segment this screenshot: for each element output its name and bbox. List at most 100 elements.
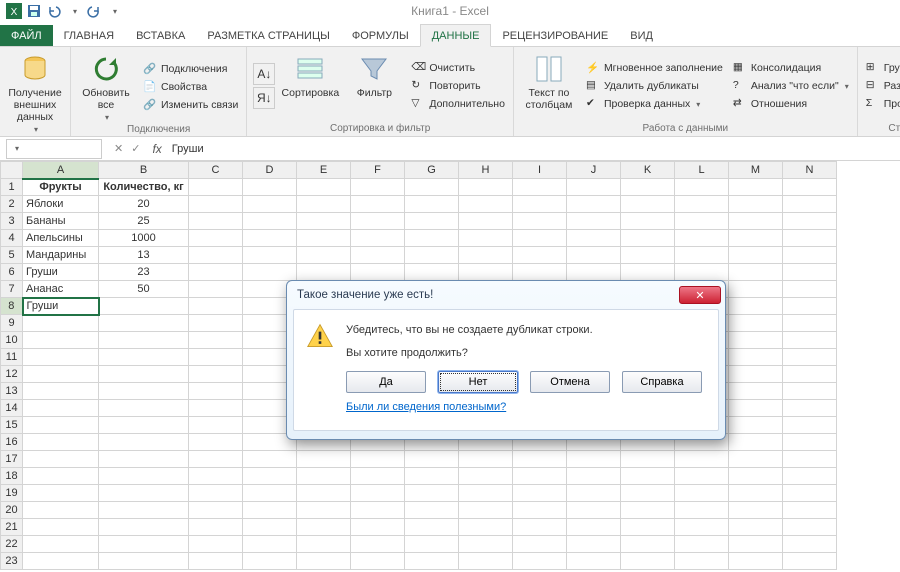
- cell-B23[interactable]: [99, 553, 189, 570]
- column-header-C[interactable]: C: [189, 162, 243, 179]
- cell-J6[interactable]: [567, 264, 621, 281]
- cell-G20[interactable]: [405, 502, 459, 519]
- cell-J20[interactable]: [567, 502, 621, 519]
- row-header-19[interactable]: 19: [1, 485, 23, 502]
- cell-G3[interactable]: [405, 213, 459, 230]
- get-external-data-button[interactable]: Получение внешних данных: [6, 51, 64, 134]
- cell-D1[interactable]: [243, 179, 297, 196]
- cell-B20[interactable]: [99, 502, 189, 519]
- cell-F23[interactable]: [351, 553, 405, 570]
- row-header-6[interactable]: 6: [1, 264, 23, 281]
- tab-data[interactable]: ДАННЫЕ: [420, 24, 492, 47]
- cell-A12[interactable]: [23, 366, 99, 383]
- cell-M14[interactable]: [729, 400, 783, 417]
- column-header-M[interactable]: M: [729, 162, 783, 179]
- cell-M17[interactable]: [729, 451, 783, 468]
- cell-F21[interactable]: [351, 519, 405, 536]
- properties-button[interactable]: 📄Свойства: [141, 79, 240, 95]
- cell-N17[interactable]: [783, 451, 837, 468]
- cell-J18[interactable]: [567, 468, 621, 485]
- row-header-23[interactable]: 23: [1, 553, 23, 570]
- cell-I22[interactable]: [513, 536, 567, 553]
- cell-N8[interactable]: [783, 298, 837, 315]
- cell-N2[interactable]: [783, 196, 837, 213]
- cell-C10[interactable]: [189, 332, 243, 349]
- cell-C18[interactable]: [189, 468, 243, 485]
- cell-N12[interactable]: [783, 366, 837, 383]
- cell-A13[interactable]: [23, 383, 99, 400]
- column-header-F[interactable]: F: [351, 162, 405, 179]
- cell-M5[interactable]: [729, 247, 783, 264]
- cell-B18[interactable]: [99, 468, 189, 485]
- cell-C12[interactable]: [189, 366, 243, 383]
- cell-B11[interactable]: [99, 349, 189, 366]
- cell-M1[interactable]: [729, 179, 783, 196]
- cell-F19[interactable]: [351, 485, 405, 502]
- cell-E22[interactable]: [297, 536, 351, 553]
- cell-B1[interactable]: Количество, кг: [99, 179, 189, 196]
- cell-M18[interactable]: [729, 468, 783, 485]
- relationships-button[interactable]: ⇄Отношения: [731, 96, 851, 112]
- cell-G18[interactable]: [405, 468, 459, 485]
- cell-M15[interactable]: [729, 417, 783, 434]
- column-header-K[interactable]: K: [621, 162, 675, 179]
- cell-A8[interactable]: Груши: [23, 298, 99, 315]
- cell-L6[interactable]: [675, 264, 729, 281]
- column-header-G[interactable]: G: [405, 162, 459, 179]
- connections-button[interactable]: 🔗Подключения: [141, 61, 240, 77]
- cell-E18[interactable]: [297, 468, 351, 485]
- cell-B7[interactable]: 50: [99, 281, 189, 298]
- cell-H6[interactable]: [459, 264, 513, 281]
- formula-input[interactable]: Груши: [168, 143, 900, 155]
- row-header-4[interactable]: 4: [1, 230, 23, 247]
- cell-I5[interactable]: [513, 247, 567, 264]
- cell-B21[interactable]: [99, 519, 189, 536]
- cell-C13[interactable]: [189, 383, 243, 400]
- cell-B15[interactable]: [99, 417, 189, 434]
- cell-C14[interactable]: [189, 400, 243, 417]
- cell-K20[interactable]: [621, 502, 675, 519]
- row-header-12[interactable]: 12: [1, 366, 23, 383]
- cell-F2[interactable]: [351, 196, 405, 213]
- column-header-D[interactable]: D: [243, 162, 297, 179]
- ungroup-button[interactable]: ⊟Разгруп: [864, 78, 900, 94]
- cell-M12[interactable]: [729, 366, 783, 383]
- dialog-cancel-button[interactable]: Отмена: [530, 371, 610, 393]
- cell-M6[interactable]: [729, 264, 783, 281]
- cell-J22[interactable]: [567, 536, 621, 553]
- cell-K22[interactable]: [621, 536, 675, 553]
- cell-A6[interactable]: Груши: [23, 264, 99, 281]
- cell-C23[interactable]: [189, 553, 243, 570]
- row-header-3[interactable]: 3: [1, 213, 23, 230]
- cell-C21[interactable]: [189, 519, 243, 536]
- filter-button[interactable]: Фильтр: [345, 51, 403, 121]
- cell-N3[interactable]: [783, 213, 837, 230]
- cell-D19[interactable]: [243, 485, 297, 502]
- tab-pagelayout[interactable]: РАЗМЕТКА СТРАНИЦЫ: [196, 25, 340, 46]
- cell-I17[interactable]: [513, 451, 567, 468]
- cell-G2[interactable]: [405, 196, 459, 213]
- tab-review[interactable]: РЕЦЕНЗИРОВАНИЕ: [491, 25, 619, 46]
- row-header-7[interactable]: 7: [1, 281, 23, 298]
- tab-view[interactable]: ВИД: [619, 25, 664, 46]
- cell-N22[interactable]: [783, 536, 837, 553]
- cell-H17[interactable]: [459, 451, 513, 468]
- cell-H1[interactable]: [459, 179, 513, 196]
- cell-J21[interactable]: [567, 519, 621, 536]
- cell-L20[interactable]: [675, 502, 729, 519]
- cell-M16[interactable]: [729, 434, 783, 451]
- sort-desc-button[interactable]: Я↓: [253, 87, 275, 109]
- cell-I1[interactable]: [513, 179, 567, 196]
- cell-N9[interactable]: [783, 315, 837, 332]
- cell-A18[interactable]: [23, 468, 99, 485]
- row-header-2[interactable]: 2: [1, 196, 23, 213]
- cell-M11[interactable]: [729, 349, 783, 366]
- cell-F4[interactable]: [351, 230, 405, 247]
- name-box[interactable]: [6, 139, 102, 159]
- cell-H3[interactable]: [459, 213, 513, 230]
- cell-K2[interactable]: [621, 196, 675, 213]
- edit-links-button[interactable]: 🔗Изменить связи: [141, 97, 240, 113]
- cell-G1[interactable]: [405, 179, 459, 196]
- cell-H21[interactable]: [459, 519, 513, 536]
- cell-C17[interactable]: [189, 451, 243, 468]
